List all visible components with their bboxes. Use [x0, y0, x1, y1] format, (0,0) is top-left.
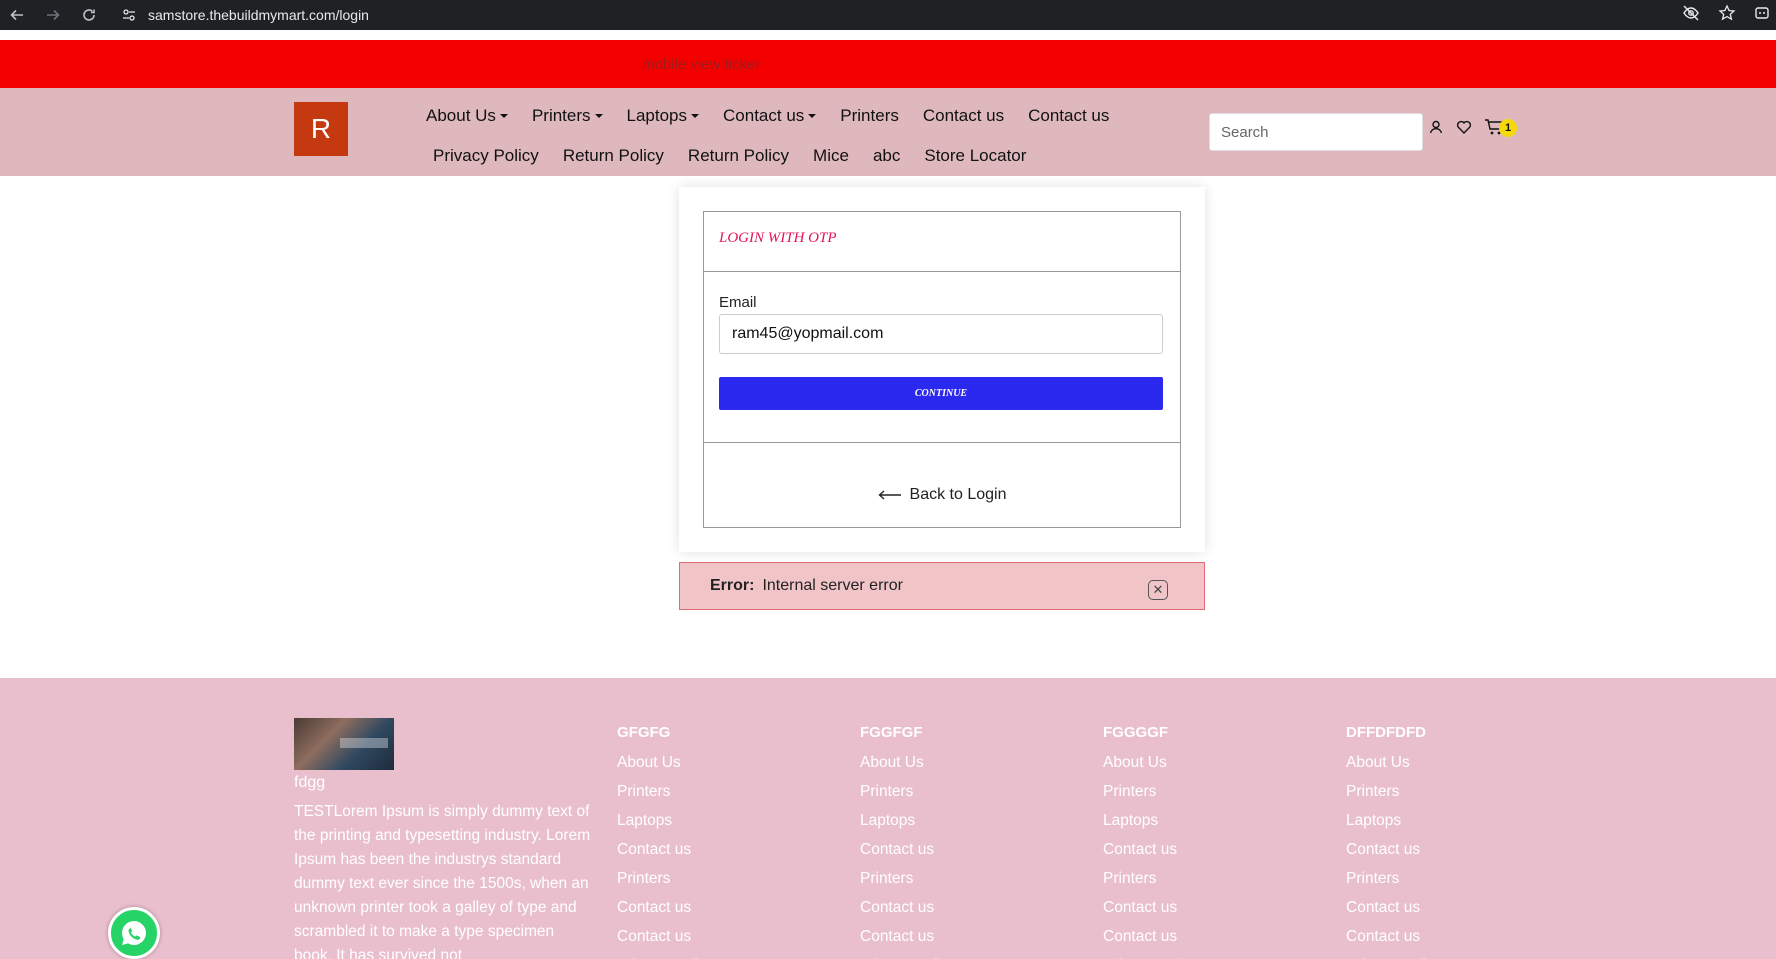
- ticker-text: mobile view ticker: [642, 56, 761, 73]
- main-nav-row-2: Privacy Policy Return Policy Return Poli…: [433, 146, 1050, 166]
- back-arrow-icon[interactable]: [6, 4, 28, 26]
- footer-link[interactable]: Privacy Policy: [617, 951, 713, 959]
- footer-link[interactable]: Contact us: [860, 922, 956, 951]
- nav-item-return-policy[interactable]: Return Policy: [563, 146, 664, 166]
- chevron-down-icon: [691, 114, 700, 118]
- footer-link[interactable]: Contact us: [1103, 922, 1199, 951]
- footer-column-heading: FGGGGF: [1103, 724, 1168, 741]
- footer-link[interactable]: Printers: [860, 777, 956, 806]
- whatsapp-icon: [121, 921, 146, 945]
- footer-link[interactable]: Printers: [617, 864, 713, 893]
- footer-link[interactable]: Printers: [1346, 777, 1442, 806]
- footer-link[interactable]: Contact us: [1346, 835, 1442, 864]
- footer-link[interactable]: Contact us: [617, 893, 713, 922]
- footer-link[interactable]: Contact us: [617, 922, 713, 951]
- footer-link[interactable]: Contact us: [860, 835, 956, 864]
- site-footer: fdgg TESTLorem Ipsum is simply dummy tex…: [0, 678, 1776, 959]
- chevron-down-icon: [594, 114, 603, 118]
- footer-link[interactable]: Contact us: [860, 893, 956, 922]
- footer-image: [294, 718, 394, 770]
- email-value: ram45@yopmail.com: [732, 325, 884, 342]
- nav-item-abc[interactable]: abc: [873, 146, 900, 166]
- nav-item-privacy-policy[interactable]: Privacy Policy: [433, 146, 539, 166]
- chevron-down-icon: [808, 114, 817, 118]
- footer-link[interactable]: Laptops: [1346, 806, 1442, 835]
- footer-link[interactable]: Printers: [1103, 777, 1199, 806]
- heart-icon[interactable]: [1456, 119, 1472, 140]
- user-icon[interactable]: [1428, 119, 1444, 140]
- footer-link[interactable]: Laptops: [1103, 806, 1199, 835]
- error-message: Internal server error: [762, 577, 903, 594]
- login-title: LOGIN WITH OTP: [719, 230, 837, 246]
- site-info-icon[interactable]: [120, 6, 138, 24]
- nav-item-return-policy-2[interactable]: Return Policy: [688, 146, 789, 166]
- form-divider: [704, 442, 1180, 443]
- cart-count-badge: 1: [1499, 119, 1517, 137]
- login-form: LOGIN WITH OTP Email ram45@yopmail.com C…: [703, 211, 1181, 528]
- footer-link[interactable]: Contact us: [1103, 893, 1199, 922]
- footer-link[interactable]: Privacy Policy: [1346, 951, 1442, 959]
- bookmark-star-icon[interactable]: [1718, 3, 1736, 27]
- extensions-icon[interactable]: [1754, 4, 1770, 27]
- footer-link[interactable]: About Us: [1346, 748, 1442, 777]
- search-placeholder: Search: [1221, 123, 1269, 141]
- footer-link[interactable]: Privacy Policy: [860, 951, 956, 959]
- footer-column-heading: GFGFG: [617, 724, 671, 741]
- nav-item-about-us[interactable]: About Us: [426, 106, 508, 126]
- email-label: Email: [719, 294, 757, 311]
- eye-off-icon[interactable]: [1682, 4, 1700, 27]
- footer-link[interactable]: Contact us: [617, 835, 713, 864]
- footer-link[interactable]: Contact us: [1103, 835, 1199, 864]
- nav-item-mice[interactable]: Mice: [813, 146, 849, 166]
- footer-column-heading: DFFDFDFD: [1346, 724, 1426, 741]
- chevron-down-icon: [499, 114, 508, 118]
- footer-title: fdgg: [294, 774, 326, 791]
- arrow-left-icon: [877, 490, 902, 500]
- footer-link[interactable]: Laptops: [860, 806, 956, 835]
- error-alert: Error: Internal server error ✕: [679, 562, 1205, 610]
- nav-item-printers[interactable]: Printers: [532, 106, 603, 126]
- nav-item-laptops[interactable]: Laptops: [627, 106, 700, 126]
- browser-toolbar: samstore.thebuildmymart.com/login: [0, 0, 1776, 30]
- search-input[interactable]: Search: [1209, 113, 1423, 151]
- back-to-login-link[interactable]: Back to Login: [704, 486, 1180, 504]
- continue-button[interactable]: CONTINUE: [719, 377, 1163, 410]
- error-prefix: Error:: [710, 577, 755, 594]
- login-header: LOGIN WITH OTP: [704, 212, 1180, 272]
- nav-item-printers-2[interactable]: Printers: [840, 106, 899, 126]
- footer-description: TESTLorem Ipsum is simply dummy text of …: [294, 803, 591, 959]
- address-bar[interactable]: samstore.thebuildmymart.com/login: [110, 2, 1670, 28]
- nav-item-store-locator[interactable]: Store Locator: [924, 146, 1026, 166]
- footer-link[interactable]: Printers: [1346, 864, 1442, 893]
- footer-column-2: FGGFGF About Us Printers Laptops Contact…: [860, 718, 956, 959]
- footer-link[interactable]: Contact us: [1346, 893, 1442, 922]
- footer-column-4: DFFDFDFD About Us Printers Laptops Conta…: [1346, 718, 1442, 959]
- footer-link[interactable]: Privacy Policy: [1103, 951, 1199, 959]
- footer-link[interactable]: About Us: [1103, 748, 1199, 777]
- footer-link[interactable]: Printers: [1103, 864, 1199, 893]
- footer-column-heading: FGGFGF: [860, 724, 923, 741]
- close-icon[interactable]: ✕: [1148, 580, 1168, 600]
- nav-item-contact-us-2[interactable]: Contact us: [923, 106, 1004, 126]
- footer-link[interactable]: About Us: [617, 748, 713, 777]
- email-field[interactable]: ram45@yopmail.com: [719, 314, 1163, 354]
- announcement-ticker: mobile view ticker: [0, 40, 1776, 88]
- site-logo[interactable]: R: [294, 102, 348, 156]
- forward-arrow-icon[interactable]: [42, 4, 64, 26]
- url-text: samstore.thebuildmymart.com/login: [148, 7, 369, 23]
- nav-item-contact-us[interactable]: Contact us: [723, 106, 817, 126]
- whatsapp-chat-button[interactable]: [108, 907, 160, 959]
- reload-icon[interactable]: [78, 4, 100, 26]
- footer-link[interactable]: Printers: [860, 864, 956, 893]
- footer-column-3: FGGGGF About Us Printers Laptops Contact…: [1103, 718, 1199, 959]
- back-to-login-label: Back to Login: [909, 486, 1007, 503]
- login-card: LOGIN WITH OTP Email ram45@yopmail.com C…: [679, 187, 1205, 552]
- footer-link[interactable]: Contact us: [1346, 922, 1442, 951]
- footer-link[interactable]: Laptops: [617, 806, 713, 835]
- footer-column-1: GFGFG About Us Printers Laptops Contact …: [617, 718, 713, 959]
- footer-link[interactable]: Printers: [617, 777, 713, 806]
- nav-item-contact-us-3[interactable]: Contact us: [1028, 106, 1109, 126]
- main-nav-row-1: About Us Printers Laptops Contact us Pri…: [426, 106, 1133, 126]
- footer-link[interactable]: About Us: [860, 748, 956, 777]
